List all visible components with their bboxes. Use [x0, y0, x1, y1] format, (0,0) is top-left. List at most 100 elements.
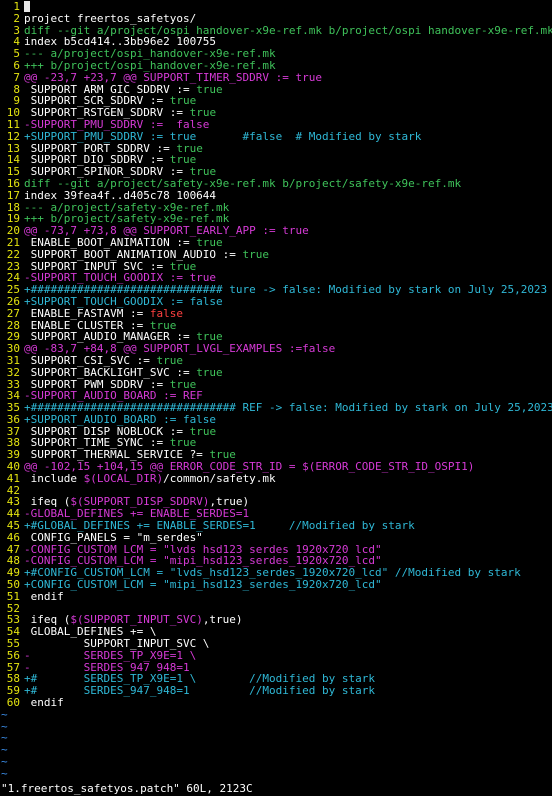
- code-token: true: [189, 166, 217, 178]
- code-line[interactable]: 37 SUPPORT_DISP_NOBLOCK := true: [0, 426, 552, 438]
- code-line[interactable]: 3 diff --git a/project/ospi_handover-x9e-…: [0, 25, 552, 37]
- code-token: endif: [24, 697, 64, 709]
- line-content: ENABLE_CLUSTER := true: [20, 320, 552, 332]
- code-line[interactable]: 30 @@ -83,7 +84,8 @@ SUPPORT_LVGL_EXAMPLE…: [0, 343, 552, 355]
- line-content: SUPPORT_SPINOR_SDDRV := true: [20, 166, 552, 178]
- code-line[interactable]: 21 ENABLE_BOOT_ANIMATION := true: [0, 237, 552, 249]
- code-line[interactable]: 59 +# SERDES_947_948=1 //Modified by star…: [0, 685, 552, 697]
- code-line[interactable]: 26 +SUPPORT_TOUCH_GOODIX := false: [0, 296, 552, 308]
- code-line[interactable]: 56 - SERDES_TP_X9E=1 \: [0, 650, 552, 662]
- code-line[interactable]: 19 +++ b/project/safety-x9e-ref.mk: [0, 213, 552, 225]
- line-number: 60: [6, 697, 20, 709]
- tilde-marker: ~: [1, 732, 8, 745]
- code-token: --- a/project/ospi_handover-x9e-ref.mk: [24, 48, 276, 60]
- empty-buffer-line: ~: [0, 709, 552, 721]
- code-line[interactable]: 16 diff --git a/project/safety-x9e-ref.mk…: [0, 178, 552, 190]
- code-line[interactable]: 27 ENABLE_FASTAVM := false: [0, 308, 552, 320]
- code-line[interactable]: 55 SUPPORT_INPUT_SVC \: [0, 638, 552, 650]
- code-line[interactable]: 45 +#GLOBAL_DEFINES += ENABLE_SERDES=1 //…: [0, 520, 552, 532]
- code-line[interactable]: 4 index b5cd414..3bb96e2 100755: [0, 36, 552, 48]
- code-line[interactable]: 20 @@ -73,7 +73,8 @@ SUPPORT_EARLY_APP :=…: [0, 225, 552, 237]
- code-line[interactable]: 42: [0, 485, 552, 497]
- code-line[interactable]: 10 SUPPORT_RSTGEN_SDDRV := true: [0, 107, 552, 119]
- code-token: index b5cd414..3bb96e2 100755: [24, 36, 217, 49]
- code-line[interactable]: 36 +SUPPORT_AUDIO_BOARD := false: [0, 414, 552, 426]
- line-content: ENABLE_BOOT_ANIMATION := true: [20, 237, 552, 249]
- code-line[interactable]: 38 SUPPORT_TIME_SYNC := true: [0, 437, 552, 449]
- code-line[interactable]: 13 SUPPORT_PORT_SDDRV := true: [0, 143, 552, 155]
- code-line[interactable]: 43 ifeq ($(SUPPORT_DISP_SDDRV),true): [0, 496, 552, 508]
- code-line[interactable]: 17 index 39fea4f..d405c78 100644: [0, 190, 552, 202]
- code-line[interactable]: 1: [0, 1, 552, 13]
- code-line[interactable]: 51 endif: [0, 591, 552, 603]
- code-line[interactable]: 34 -SUPPORT_AUDIO_BOARD := REF: [0, 390, 552, 402]
- line-content: ENABLE_FASTAVM := false: [20, 308, 552, 320]
- code-line[interactable]: 48 -CONFIG_CUSTOM_LCM = "mipi_hsd123_serd…: [0, 555, 552, 567]
- code-line[interactable]: 28 ENABLE_CLUSTER := true: [0, 320, 552, 332]
- code-line[interactable]: 9 SUPPORT_SCR_SDDRV := true: [0, 95, 552, 107]
- code-token: $(LOCAL_DIR): [83, 472, 164, 485]
- code-line[interactable]: 40 @@ -102,15 +104,15 @@ ERROR_CODE_STR_I…: [0, 461, 552, 473]
- line-content: @@ -102,15 +104,15 @@ ERROR_CODE_STR_ID …: [20, 461, 552, 473]
- code-line[interactable]: 5 --- a/project/ospi_handover-x9e-ref.mk: [0, 48, 552, 60]
- code-line[interactable]: 14 SUPPORT_DIO_SDDRV := true: [0, 154, 552, 166]
- code-token: project freertos_safetyos/: [24, 12, 197, 25]
- code-line[interactable]: 35 +############################### REF -…: [0, 402, 552, 414]
- code-line[interactable]: 24 -SUPPORT_TOUCH_GOODIX := true: [0, 272, 552, 284]
- code-line[interactable]: 15 SUPPORT_SPINOR_SDDRV := true: [0, 166, 552, 178]
- code-line[interactable]: 49 +#CONFIG_CUSTOM_LCM = "lvds_hsd123_ser…: [0, 567, 552, 579]
- line-content: SUPPORT_DISP_NOBLOCK := true: [20, 426, 552, 438]
- line-content: SUPPORT_SCR_SDDRV := true: [20, 95, 552, 107]
- code-token: +# SERDES_947_948=1 //Modified by stark: [24, 685, 375, 698]
- code-line[interactable]: 41 include $(LOCAL_DIR)/common/safety.mk: [0, 473, 552, 485]
- code-token: true: [169, 260, 197, 273]
- code-token: +#GLOBAL_DEFINES += ENABLE_SERDES=1 //Mo…: [24, 520, 415, 532]
- line-content: -GLOBAL_DEFINES += ENABLE_SERDES=1: [20, 508, 552, 520]
- line-content: -CONFIG_CUSTOM_LCM = "lvds_hsd123_serdes…: [20, 544, 552, 556]
- code-token: true: [196, 366, 223, 379]
- code-line[interactable]: 44 -GLOBAL_DEFINES += ENABLE_SERDES=1: [0, 508, 552, 520]
- code-line[interactable]: 11 -SUPPORT_PMU_SDDRV := false: [0, 119, 552, 131]
- code-token: +SUPPORT_PMU_SDDRV := true #false # Modi…: [24, 130, 422, 143]
- code-line[interactable]: 58 +# SERDES_TP_X9E=1 \ //Modified by sta…: [0, 673, 552, 685]
- line-number: 35: [6, 402, 20, 414]
- code-line[interactable]: 52: [0, 603, 552, 615]
- code-line[interactable]: 54 GLOBAL_DEFINES += \: [0, 626, 552, 638]
- line-number: 29: [6, 331, 20, 344]
- line-content: ifeq ($(SUPPORT_INPUT_SVC),true): [20, 614, 552, 626]
- code-line[interactable]: 7 @@ -23,7 +23,7 @@ SUPPORT_TIMER_SDDRV :…: [0, 72, 552, 84]
- code-line[interactable]: 25 +############################# ture ->…: [0, 284, 552, 296]
- line-content: endif: [20, 697, 552, 709]
- code-line[interactable]: 53 ifeq ($(SUPPORT_INPUT_SVC),true): [0, 614, 552, 626]
- status-line: "1.freertos_safetyos.patch" 60L, 2123C: [1, 782, 253, 795]
- line-content: @@ -73,7 +73,8 @@ SUPPORT_EARLY_APP := t…: [20, 225, 552, 237]
- code-line[interactable]: 60 endif: [0, 697, 552, 709]
- code-line[interactable]: 47 -CONFIG_CUSTOM_LCM = "lvds_hsd123_serd…: [0, 544, 552, 556]
- line-content: SUPPORT_BOOT_ANIMATION_AUDIO := true: [20, 249, 552, 261]
- code-line[interactable]: 12 +SUPPORT_PMU_SDDRV := true #false # Mo…: [0, 131, 552, 143]
- code-line[interactable]: 29 SUPPORT_AUDIO_MANAGER := true: [0, 331, 552, 343]
- line-content: CONFIG_PANELS = "m_serdes": [20, 532, 552, 544]
- empty-buffer-line: ~: [0, 756, 552, 768]
- code-line[interactable]: 18 --- a/project/safety-x9e-ref.mk: [0, 202, 552, 214]
- vim-editor-buffer[interactable]: 1 2 project freertos_safetyos/3 diff --git …: [0, 1, 552, 780]
- line-content: [20, 485, 552, 497]
- code-line[interactable]: 31 SUPPORT_CSI_SVC := true: [0, 355, 552, 367]
- line-content: +CONFIG_CUSTOM_LCM = "mipi_hsd123_serdes…: [20, 579, 552, 591]
- code-line[interactable]: 46 CONFIG_PANELS = "m_serdes": [0, 532, 552, 544]
- code-line[interactable]: 22 SUPPORT_BOOT_ANIMATION_AUDIO := true: [0, 249, 552, 261]
- line-content: +SUPPORT_TOUCH_GOODIX := false: [20, 296, 552, 308]
- code-line[interactable]: 57 - SERDES_947_948=1: [0, 662, 552, 674]
- code-line[interactable]: 8 SUPPORT_ARM_GIC_SDDRV := true: [0, 84, 552, 96]
- line-number: 19: [6, 213, 20, 226]
- line-number: 46: [6, 531, 20, 544]
- code-line[interactable]: 33 SUPPORT_PWM_SDDRV := true: [0, 379, 552, 391]
- code-token: SUPPORT_SCR_SDDRV :=: [24, 95, 170, 108]
- code-line[interactable]: 39 SUPPORT_THERMAL_SERVICE ?= true: [0, 449, 552, 461]
- code-line[interactable]: 6 +++ b/project/ospi_handover-x9e-ref.mk: [0, 60, 552, 72]
- line-number: 18: [6, 201, 20, 214]
- code-line[interactable]: 2 project freertos_safetyos/: [0, 13, 552, 25]
- code-line[interactable]: 32 SUPPORT_BACKLIGHT_SVC := true: [0, 367, 552, 379]
- code-line[interactable]: 50 +CONFIG_CUSTOM_LCM = "mipi_hsd123_serd…: [0, 579, 552, 591]
- code-line[interactable]: 23 SUPPORT_INPUT_SVC := true: [0, 261, 552, 273]
